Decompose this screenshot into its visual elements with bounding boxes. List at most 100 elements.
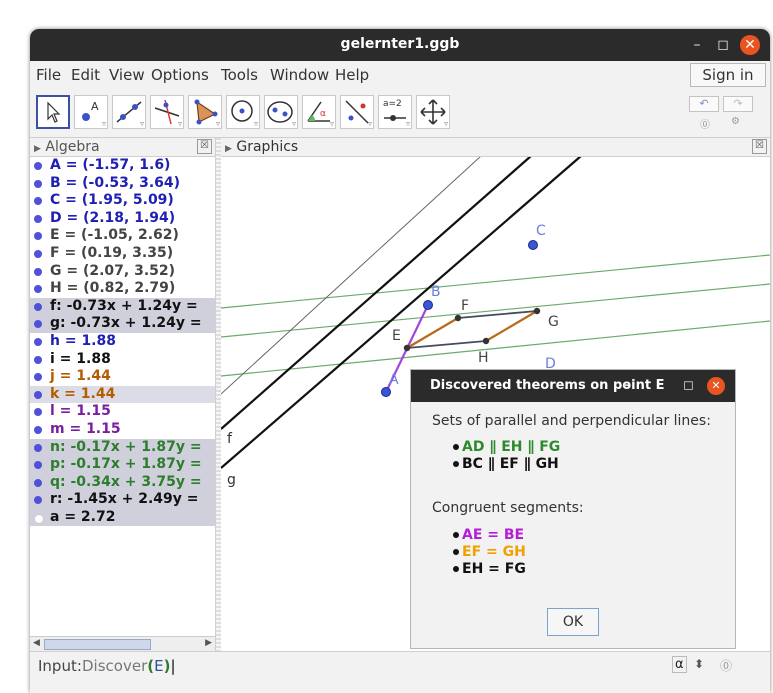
point-f[interactable] bbox=[454, 314, 462, 322]
expand-arrow-icon[interactable]: ▶ bbox=[225, 144, 232, 154]
angle-tool[interactable]: α ▿ bbox=[302, 95, 336, 129]
reflect-tool[interactable]: ▿ bbox=[340, 95, 374, 129]
visibility-toggle-icon[interactable] bbox=[34, 408, 42, 417]
conic-tool[interactable]: ▿ bbox=[264, 95, 298, 129]
algebra-item[interactable]: A = (-1.57, 1.6) bbox=[30, 157, 215, 175]
minimize-button[interactable]: – bbox=[686, 34, 708, 56]
algebra-item[interactable]: l = 1.15 bbox=[30, 403, 215, 421]
algebra-item[interactable]: j = 1.44 bbox=[30, 368, 215, 386]
algebra-item[interactable]: i = 1.88 bbox=[30, 351, 215, 369]
algebra-item[interactable]: a = 2.72 bbox=[30, 508, 215, 527]
history-spinner-icon[interactable]: ⬍ bbox=[694, 657, 704, 671]
menu-edit[interactable]: Edit bbox=[71, 66, 100, 84]
visibility-toggle-icon[interactable] bbox=[34, 285, 42, 294]
ok-button[interactable]: OK bbox=[547, 608, 599, 636]
visibility-toggle-icon[interactable] bbox=[34, 513, 44, 524]
line-r[interactable] bbox=[221, 155, 482, 395]
input-help-icon[interactable]: ⓪ bbox=[720, 657, 732, 674]
move-graphics-view-tool[interactable]: ▿ bbox=[416, 95, 450, 129]
dialog-minimize-button[interactable]: – bbox=[623, 370, 630, 402]
line-n[interactable] bbox=[221, 254, 770, 309]
visibility-toggle-icon[interactable] bbox=[34, 390, 42, 399]
menu-file[interactable]: File bbox=[36, 66, 61, 84]
algebra-item[interactable]: r: -1.45x + 2.49y = bbox=[30, 491, 215, 509]
menu-view[interactable]: View bbox=[109, 66, 145, 84]
visibility-toggle-icon[interactable] bbox=[34, 302, 42, 311]
algebra-item[interactable]: D = (2.18, 1.94) bbox=[30, 210, 215, 228]
algebra-item[interactable]: m = 1.15 bbox=[30, 421, 215, 439]
maximize-button[interactable]: ◻ bbox=[712, 34, 734, 56]
perpendicular-line-tool[interactable]: ▿ bbox=[150, 95, 184, 129]
algebra-item[interactable]: g: -0.73x + 1.24y = bbox=[30, 315, 215, 333]
algebra-item-text: r: -1.45x + 2.49y = bbox=[50, 491, 199, 508]
visibility-toggle-icon[interactable] bbox=[34, 443, 42, 452]
point-g[interactable] bbox=[533, 307, 541, 315]
point-a[interactable] bbox=[381, 387, 391, 397]
algebra-item[interactable]: q: -0.34x + 3.75y = bbox=[30, 473, 215, 492]
algebra-item[interactable]: E = (-1.05, 2.62) bbox=[30, 227, 215, 245]
dialog-close-button[interactable]: ✕ bbox=[707, 377, 725, 395]
point-b[interactable] bbox=[423, 300, 433, 310]
visibility-toggle-icon[interactable] bbox=[34, 214, 42, 223]
visibility-toggle-icon[interactable] bbox=[34, 267, 42, 276]
algebra-item[interactable]: h = 1.88 bbox=[30, 333, 215, 351]
scroll-right-icon[interactable]: ▶ bbox=[205, 638, 212, 648]
algebra-item[interactable]: p: -0.17x + 1.87y = bbox=[30, 456, 215, 474]
help-icon[interactable]: ⓪ bbox=[700, 116, 710, 131]
bullet-icon bbox=[453, 532, 459, 538]
settings-icon[interactable]: ⚙ bbox=[731, 116, 740, 127]
parallel-item: BC ∥ EF ∥ GH bbox=[453, 456, 559, 472]
alpha-keyboard-button[interactable]: α bbox=[672, 656, 687, 673]
visibility-toggle-icon[interactable] bbox=[34, 461, 42, 470]
visibility-toggle-icon[interactable] bbox=[34, 425, 42, 434]
algebra-item-text: j = 1.44 bbox=[50, 368, 111, 385]
move-tool[interactable] bbox=[36, 95, 70, 129]
point-e[interactable] bbox=[403, 344, 411, 352]
visibility-toggle-icon[interactable] bbox=[34, 179, 42, 188]
visibility-toggle-icon[interactable] bbox=[34, 197, 42, 206]
circle-tool[interactable]: ▿ bbox=[226, 95, 260, 129]
point-tool[interactable]: A ▿ bbox=[74, 95, 108, 129]
point-c[interactable] bbox=[528, 240, 538, 250]
close-button[interactable]: ✕ bbox=[740, 35, 760, 55]
visibility-toggle-icon[interactable] bbox=[34, 373, 42, 382]
close-algebra-icon[interactable]: ☒ bbox=[197, 139, 212, 154]
expand-arrow-icon[interactable]: ▶ bbox=[34, 144, 41, 154]
algebra-item[interactable]: F = (0.19, 3.35) bbox=[30, 245, 215, 263]
bullet-icon bbox=[453, 549, 459, 555]
redo-button[interactable]: ↷ bbox=[723, 96, 753, 112]
algebra-item[interactable]: k = 1.44 bbox=[30, 385, 215, 404]
algebra-item[interactable]: H = (0.82, 2.79) bbox=[30, 280, 215, 298]
menu-help[interactable]: Help bbox=[335, 66, 369, 84]
point-h[interactable] bbox=[482, 337, 490, 345]
sign-in-button[interactable]: Sign in bbox=[690, 63, 766, 87]
parallel-section-label: Sets of parallel and perpendicular lines… bbox=[432, 413, 711, 429]
visibility-toggle-icon[interactable] bbox=[34, 337, 42, 346]
slider-tool[interactable]: a=2 ▿ bbox=[378, 95, 412, 129]
polygon-tool[interactable]: ▿ bbox=[188, 95, 222, 129]
menu-options[interactable]: Options bbox=[151, 66, 209, 84]
visibility-toggle-icon[interactable] bbox=[34, 496, 42, 505]
visibility-toggle-icon[interactable] bbox=[34, 249, 42, 258]
scrollbar-thumb[interactable] bbox=[44, 639, 151, 650]
algebra-item[interactable]: C = (1.95, 5.09) bbox=[30, 192, 215, 210]
algebra-item[interactable]: f: -0.73x + 1.24y = bbox=[30, 297, 215, 316]
visibility-toggle-icon[interactable] bbox=[34, 232, 42, 241]
algebra-item[interactable]: G = (2.07, 3.52) bbox=[30, 263, 215, 281]
close-graphics-icon[interactable]: ☒ bbox=[752, 139, 767, 154]
menu-tools[interactable]: Tools bbox=[221, 66, 258, 84]
visibility-toggle-icon[interactable] bbox=[34, 320, 42, 329]
visibility-toggle-icon[interactable] bbox=[34, 355, 42, 364]
algebra-item-text: n: -0.17x + 1.87y = bbox=[50, 438, 202, 455]
scroll-left-icon[interactable]: ◀ bbox=[33, 638, 40, 648]
undo-button[interactable]: ↶ bbox=[689, 96, 719, 112]
input-field[interactable]: Discover(E)| bbox=[82, 657, 176, 675]
algebra-item[interactable]: n: -0.17x + 1.87y = bbox=[30, 438, 215, 457]
visibility-toggle-icon[interactable] bbox=[34, 162, 42, 170]
dialog-maximize-button[interactable]: ◻ bbox=[683, 370, 694, 402]
menu-window[interactable]: Window bbox=[270, 66, 329, 84]
visibility-toggle-icon[interactable] bbox=[34, 478, 42, 487]
horizontal-scrollbar[interactable]: ◀ ▶ bbox=[30, 636, 215, 651]
line-tool[interactable]: ▿ bbox=[112, 95, 146, 129]
algebra-item[interactable]: B = (-0.53, 3.64) bbox=[30, 175, 215, 193]
